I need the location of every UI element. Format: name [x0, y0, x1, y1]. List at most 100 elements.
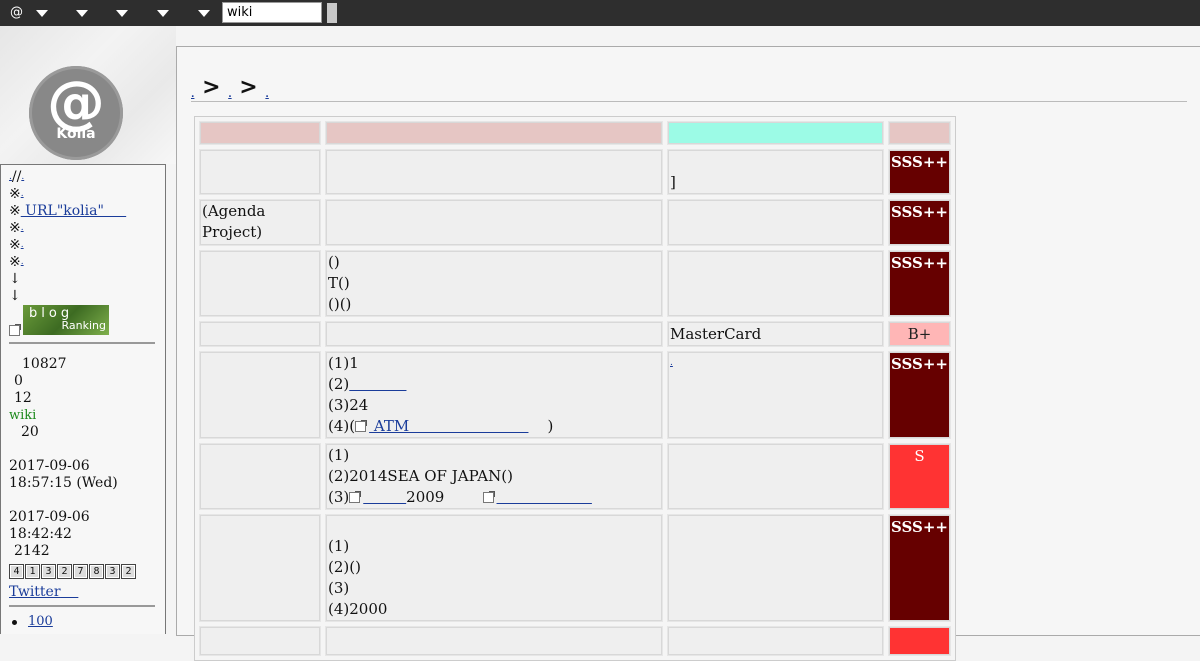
sidebar: .//. ※. ※ URL"kolia" ※. ※. ※. ↓ ↓ blog Ra…	[0, 164, 166, 634]
blog-ranking-banner[interactable]: blog Ranking	[23, 305, 109, 335]
table-cell	[199, 626, 321, 656]
table-cell: () T() ()()	[325, 250, 663, 317]
row-link[interactable]	[497, 488, 592, 506]
counter-digit: 2	[121, 564, 136, 579]
updated-time: 18:57:15 (Wed)	[9, 475, 118, 491]
grade-badge: SSS++	[888, 351, 951, 439]
grade-badge: B+	[888, 321, 951, 347]
counter-digit: 1	[25, 564, 40, 579]
grade-badge: SSS++	[888, 250, 951, 317]
date-2: 2017-09-06	[9, 509, 90, 525]
search-button[interactable]	[327, 3, 337, 23]
grade-badge: SSS++	[888, 149, 951, 195]
stat-value: 20	[21, 424, 39, 440]
divider	[9, 605, 155, 607]
row-link[interactable]	[349, 375, 406, 393]
twitter-link[interactable]: Twitter	[9, 584, 61, 600]
external-link-icon	[482, 491, 495, 503]
table-cell: (1)1 (2) (3)24 (4)( ATM )	[325, 351, 663, 439]
table-header-cell	[325, 121, 663, 145]
sidebar-line[interactable]: ※.	[9, 186, 165, 203]
divider	[191, 101, 1187, 102]
sidebar-line[interactable]: ※.	[9, 237, 165, 254]
external-link-icon	[355, 420, 368, 432]
table-row: (1) (2)2014SEA OF JAPAN() (3) 2009 S	[199, 443, 951, 510]
counter-digit: 3	[41, 564, 56, 579]
row-link[interactable]: .	[670, 358, 673, 368]
table-row: MasterCard B+	[199, 321, 951, 347]
counter-digit: 4	[9, 564, 24, 579]
table-cell	[667, 626, 884, 656]
table-cell	[199, 443, 321, 510]
main-content: . > . > . ] SSS++ (Agenda Project) SSS++	[176, 46, 1200, 661]
table-row: (Agenda Project) SSS++	[199, 199, 951, 246]
sidebar-line[interactable]: ※.	[9, 254, 165, 271]
counter-digit: 3	[105, 564, 120, 579]
stat-value: 0	[14, 373, 23, 389]
sidebar-line: ↓	[9, 288, 21, 304]
breadcrumb: . > . > .	[191, 75, 1191, 100]
external-link-icon	[349, 491, 362, 503]
table-cell: MasterCard	[667, 321, 884, 347]
chevron-down-icon[interactable]	[116, 10, 128, 17]
atm-link[interactable]: ATM	[369, 417, 528, 435]
logo-text: Kolia	[56, 126, 96, 142]
at-logo-symbol: @	[47, 68, 105, 136]
table-cell: (Agenda Project)	[199, 199, 321, 246]
sidebar-line[interactable]: ※.	[9, 220, 165, 237]
table-cell	[199, 514, 321, 622]
search-input[interactable]	[222, 2, 322, 23]
kolia-url-link[interactable]: URL"kolia"	[21, 203, 126, 219]
chevron-down-icon[interactable]	[36, 10, 48, 17]
stat-value: 10827	[22, 356, 67, 372]
table-header-cell	[888, 121, 951, 145]
breadcrumb-link[interactable]: .	[191, 90, 194, 100]
row-link[interactable]	[363, 488, 406, 506]
table-cell	[199, 149, 321, 195]
grade-badge: S	[888, 443, 951, 510]
counter-digit: 7	[73, 564, 88, 579]
table-cell	[667, 199, 884, 246]
table-header-cell	[667, 121, 884, 145]
grade-badge: SSS++	[888, 199, 951, 246]
counter-digit: 2	[57, 564, 72, 579]
at-menu-label[interactable]: @	[10, 5, 23, 21]
table-row: ] SSS++	[199, 149, 951, 195]
table-row	[199, 626, 951, 656]
sidebar-line[interactable]: ※ URL"kolia"	[9, 203, 165, 220]
chevron-down-icon[interactable]	[157, 10, 169, 17]
table-cell: ]	[667, 149, 884, 195]
count-2: 2142	[14, 543, 50, 559]
wiki-label[interactable]: wiki	[9, 407, 165, 424]
breadcrumb-link[interactable]: .	[228, 90, 231, 100]
table-row: (1) (2)() (3) (4)2000 SSS++	[199, 514, 951, 622]
table-cell	[199, 250, 321, 317]
table-cell: .	[667, 351, 884, 439]
access-counter: 41327832	[9, 562, 165, 579]
grade-badge	[888, 626, 951, 656]
chevron-down-icon[interactable]	[76, 10, 88, 17]
breadcrumb-link[interactable]: .	[265, 90, 268, 100]
chevron-down-icon[interactable]	[198, 10, 210, 17]
site-logo[interactable]: @ Kolia	[29, 66, 123, 160]
table-cell	[199, 321, 321, 347]
table-cell	[325, 199, 663, 246]
counter-digit: 8	[89, 564, 104, 579]
table-cell	[667, 250, 884, 317]
breadcrumb-separator: >	[202, 75, 221, 100]
list-item[interactable]: 100	[9, 613, 165, 630]
top-bar: @	[0, 0, 1200, 26]
table-row: () T() ()() SSS++	[199, 250, 951, 317]
header-logo-area: @ Kolia	[0, 26, 176, 164]
table-header-cell	[199, 121, 321, 145]
table-cell: (1) (2)2014SEA OF JAPAN() (3) 2009	[325, 443, 663, 510]
updated-date: 2017-09-06	[9, 458, 90, 474]
table-cell	[667, 514, 884, 622]
time-2: 18:42:42	[9, 526, 72, 542]
table-header-row	[199, 121, 951, 145]
table-cell: (1) (2)() (3) (4)2000	[325, 514, 663, 622]
sidebar-line[interactable]: .//.	[9, 169, 165, 186]
external-link-icon	[9, 324, 21, 336]
table-cell	[199, 351, 321, 439]
sidebar-line: ↓	[9, 271, 21, 287]
